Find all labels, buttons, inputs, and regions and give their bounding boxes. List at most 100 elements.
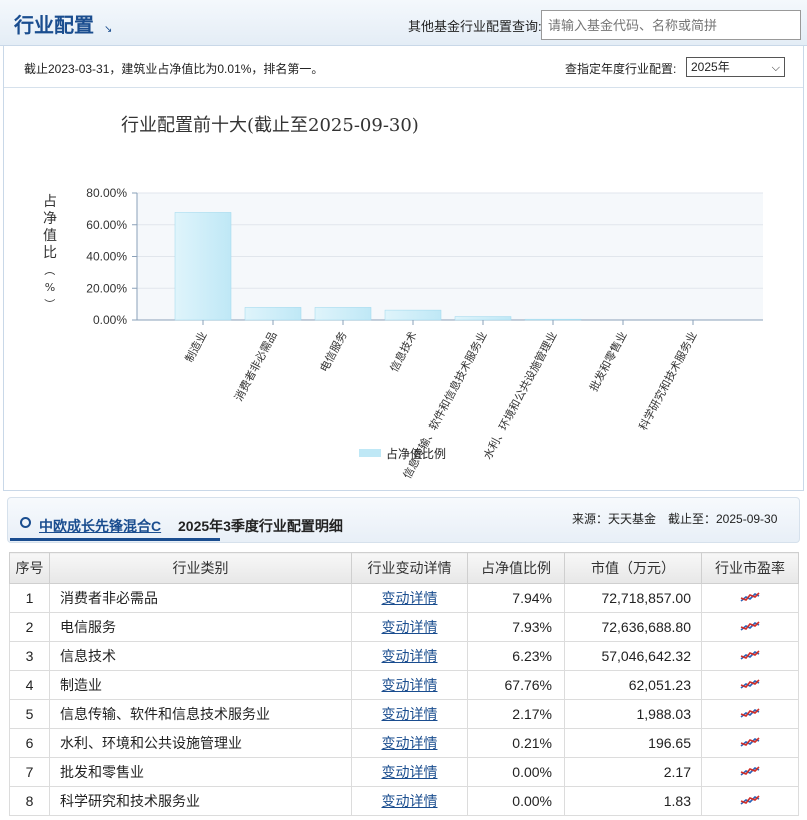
pe-trend-cell: [701, 757, 799, 787]
bar[interactable]: [244, 307, 302, 321]
industry-detail-table: 序号 行业类别 行业变动详情 占净值比例 市值（万元） 行业市盈率 1 消费者非必…: [9, 552, 799, 816]
row-industry: 科学研究和技术服务业: [49, 786, 352, 816]
table-row: 3 信息技术 变动详情 6.23% 57,046,642.32: [9, 641, 799, 671]
y-tick-label: 60.00%: [86, 218, 127, 232]
bar[interactable]: [174, 212, 232, 321]
industry-allocation-chart: 行业配置前十大(截止至2025-09-30) 占净值比 （% ） 0.00% 20.0…: [43, 115, 763, 481]
pe-trend-cell: [701, 699, 799, 729]
x-tick-label: 科学研究和技术服务业: [636, 329, 700, 433]
row-change-cell: 变动详情: [351, 670, 468, 700]
table-row: 4 制造业 变动详情 67.76% 62,051.23: [9, 670, 799, 700]
year-select-label: 查指定年度行业配置:: [565, 62, 677, 76]
col-header-pct: 占净值比例: [467, 552, 565, 584]
row-industry: 批发和零售业: [49, 757, 352, 787]
col-header-market-value: 市值（万元）: [564, 552, 702, 584]
x-tick-label: 制造业: [182, 329, 210, 365]
row-change-cell: 变动详情: [351, 786, 468, 816]
change-detail-link[interactable]: 变动详情: [382, 764, 438, 780]
pe-trend-icon[interactable]: [740, 735, 760, 751]
row-market-value: 62,051.23: [564, 670, 702, 700]
bar[interactable]: [524, 318, 582, 321]
change-detail-link[interactable]: 变动详情: [382, 648, 438, 664]
y-axis-label-char: %: [45, 281, 55, 294]
row-change-cell: 变动详情: [351, 583, 468, 613]
legend-swatch: [359, 449, 381, 457]
row-change-cell: 变动详情: [351, 757, 468, 787]
bar[interactable]: [314, 307, 372, 321]
change-detail-link[interactable]: 变动详情: [382, 677, 438, 693]
row-index: 7: [9, 757, 50, 787]
change-detail-link[interactable]: 变动详情: [382, 590, 438, 606]
pe-trend-icon[interactable]: [740, 764, 760, 780]
pe-trend-cell: [701, 583, 799, 613]
table-header-row: 序号 行业类别 行业变动详情 占净值比例 市值（万元） 行业市盈率: [9, 552, 799, 584]
pe-trend-icon[interactable]: [740, 648, 760, 664]
row-market-value: 72,636,688.80: [564, 612, 702, 642]
row-index: 1: [9, 583, 50, 613]
row-pct: 0.21%: [467, 728, 565, 758]
row-market-value: 1,988.03: [564, 699, 702, 729]
row-market-value: 196.65: [564, 728, 702, 758]
row-industry: 消费者非必需品: [49, 583, 352, 613]
table-row: 2 电信服务 变动详情 7.93% 72,636,688.80: [9, 612, 799, 642]
fund-name-link[interactable]: 中欧成长先锋混合C: [39, 516, 161, 536]
table-row: 6 水利、环境和公共设施管理业 变动详情 0.21% 196.65: [9, 728, 799, 758]
row-industry: 电信服务: [49, 612, 352, 642]
pe-trend-cell: [701, 728, 799, 758]
fund-query-label: 其他基金行业配置查询:: [408, 19, 542, 34]
y-tick-label: 80.00%: [86, 186, 127, 200]
bar[interactable]: [454, 316, 512, 321]
bar[interactable]: [384, 309, 442, 321]
row-industry: 制造业: [49, 670, 352, 700]
col-header-index: 序号: [9, 552, 50, 584]
fund-search-input[interactable]: [541, 10, 801, 40]
table-row: 5 信息传输、软件和信息技术服务业 变动详情 2.17% 1,988.03: [9, 699, 799, 729]
row-pct: 0.00%: [467, 757, 565, 787]
row-change-cell: 变动详情: [351, 699, 468, 729]
expand-arrow-icon[interactable]: ↘: [104, 24, 112, 35]
y-axis-label-char: （: [43, 265, 56, 276]
x-tick-label: 电信服务: [318, 329, 350, 374]
circle-bullet-icon: [20, 517, 31, 528]
y-axis-label-char: ）: [43, 299, 56, 310]
pe-trend-icon[interactable]: [740, 793, 760, 809]
x-tick-label: 水利、环境和公共设施管理业: [480, 329, 559, 462]
row-index: 4: [9, 670, 50, 700]
row-change-cell: 变动详情: [351, 641, 468, 671]
pe-trend-icon[interactable]: [740, 677, 760, 693]
row-industry: 信息传输、软件和信息技术服务业: [49, 699, 352, 729]
y-axis-label-char: 净: [43, 211, 57, 227]
row-market-value: 72,718,857.00: [564, 583, 702, 613]
pe-trend-cell: [701, 670, 799, 700]
y-axis-label-char: 比: [43, 245, 57, 261]
pe-trend-cell: [701, 786, 799, 816]
col-header-pe: 行业市盈率: [701, 552, 799, 584]
change-detail-link[interactable]: 变动详情: [382, 706, 438, 722]
legend-label[interactable]: 占净值比例: [386, 446, 446, 461]
year-select[interactable]: 2025年 ⌵: [686, 57, 785, 77]
pe-trend-icon[interactable]: [740, 706, 760, 722]
row-pct: 6.23%: [467, 641, 565, 671]
y-axis-label-char: 值: [43, 228, 57, 244]
x-tick-label: 批发和零售业: [586, 329, 629, 394]
row-index: 2: [9, 612, 50, 642]
change-detail-link[interactable]: 变动详情: [382, 735, 438, 751]
x-tick-label: 信息技术: [387, 329, 420, 374]
x-tick-label: 消费者非必需品: [231, 329, 280, 404]
chart-title: 行业配置前十大(截止至2025-09-30): [121, 115, 419, 136]
y-axis-label: 占净值比 （% ）: [43, 194, 57, 310]
row-pct: 7.93%: [467, 612, 565, 642]
row-index: 8: [9, 786, 50, 816]
row-index: 5: [9, 699, 50, 729]
change-detail-link[interactable]: 变动详情: [382, 619, 438, 635]
row-index: 6: [9, 728, 50, 758]
table-row: 7 批发和零售业 变动详情 0.00% 2.17: [9, 757, 799, 787]
detail-title: 2025年3季度行业配置明细: [178, 518, 343, 534]
change-detail-link[interactable]: 变动详情: [382, 793, 438, 809]
row-market-value: 1.83: [564, 786, 702, 816]
row-pct: 2.17%: [467, 699, 565, 729]
pe-trend-icon[interactable]: [740, 590, 760, 606]
pe-trend-cell: [701, 612, 799, 642]
pe-trend-icon[interactable]: [740, 619, 760, 635]
ranking-note: 截止2023-03-31，建筑业占净值比为0.01%，排名第一。: [24, 62, 324, 76]
